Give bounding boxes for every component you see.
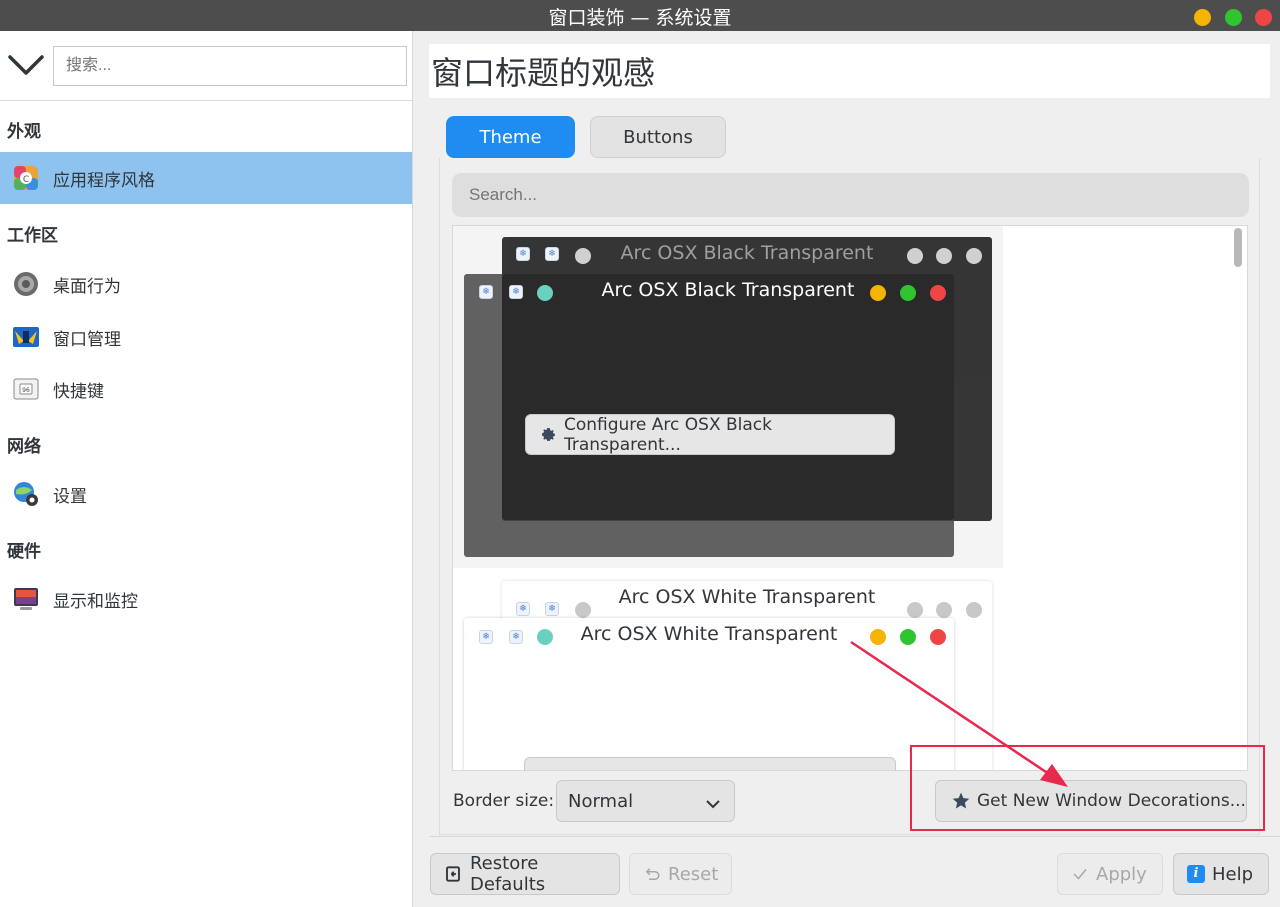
- undo-icon: [645, 868, 660, 880]
- reset-button[interactable]: Reset: [629, 853, 732, 895]
- help-label: Help: [1212, 863, 1254, 885]
- restore-defaults-label: Restore Defaults: [469, 853, 546, 895]
- annotation-arrow: [850, 640, 1068, 787]
- info-icon: i: [1187, 865, 1205, 883]
- check-icon: [1073, 869, 1087, 880]
- reset-label: Reset: [668, 863, 719, 885]
- footer-divider: [430, 836, 1280, 837]
- restore-defaults-button[interactable]: Restore Defaults: [430, 853, 620, 895]
- restore-icon: [446, 866, 460, 882]
- apply-button[interactable]: Apply: [1057, 853, 1163, 895]
- help-button[interactable]: i Help: [1173, 853, 1269, 895]
- apply-label: Apply: [1096, 863, 1147, 885]
